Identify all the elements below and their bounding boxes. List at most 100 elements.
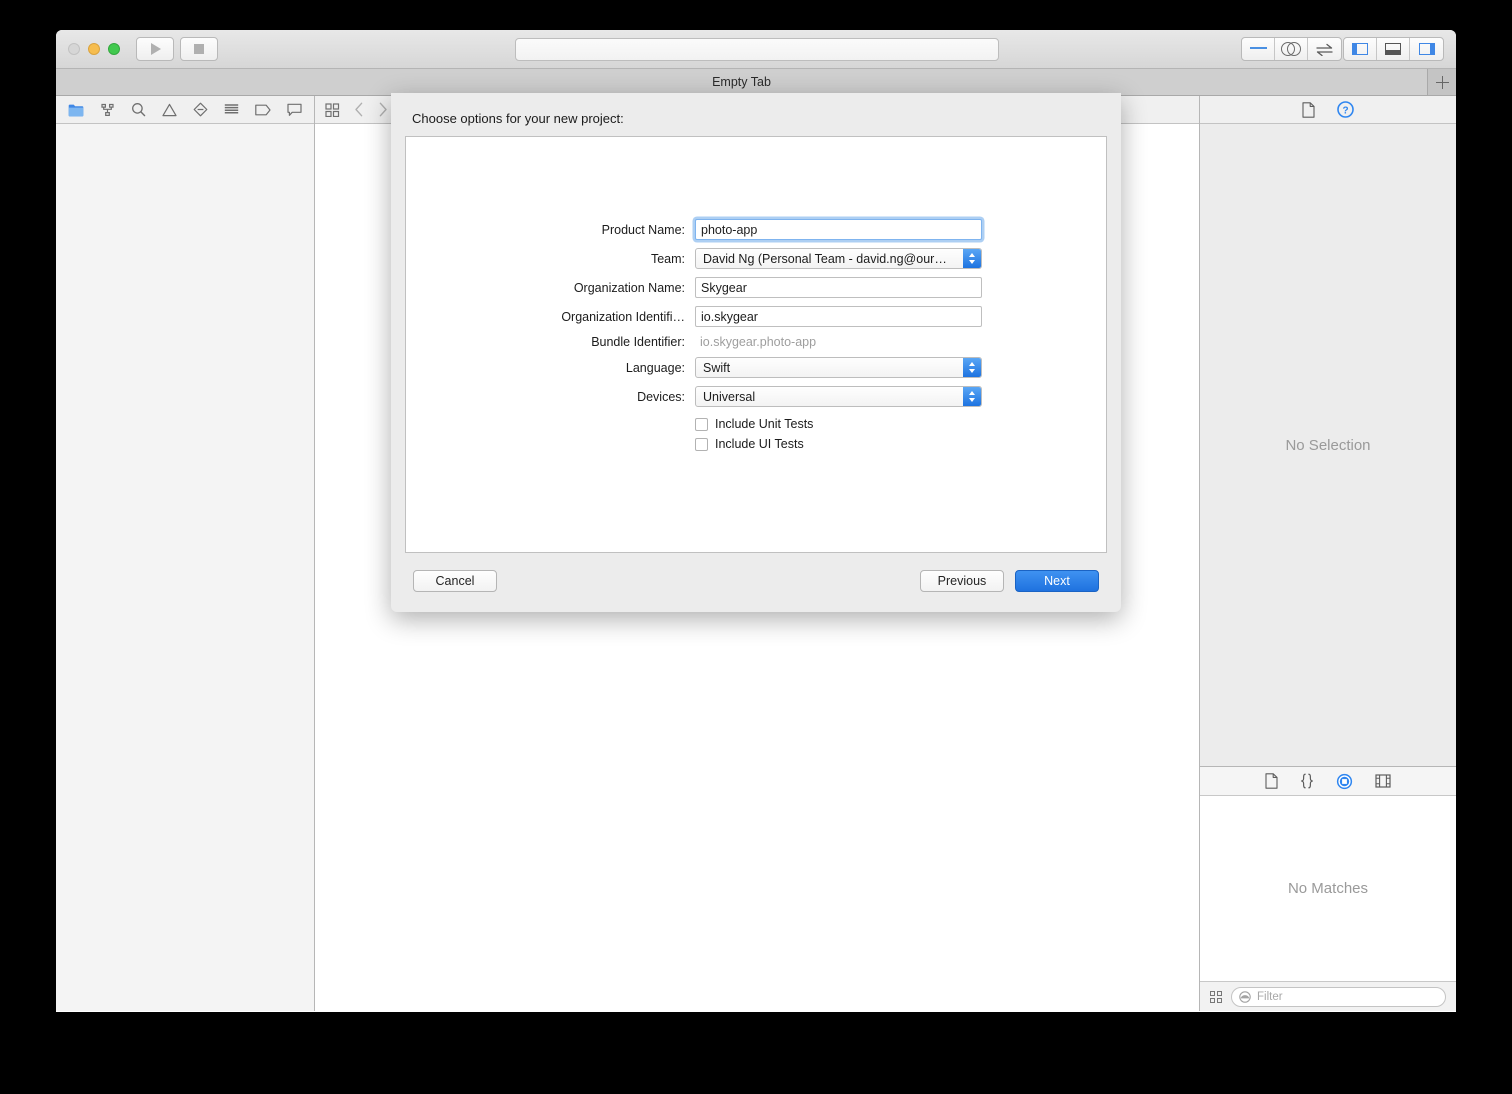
product-name-label: Product Name: bbox=[601, 222, 685, 237]
field-row-product-name: Product Name: photo-app bbox=[406, 219, 1106, 240]
library-view-grid-icon[interactable] bbox=[1210, 990, 1222, 1003]
tab-label: Empty Tab bbox=[712, 75, 771, 89]
play-icon bbox=[151, 43, 161, 55]
navigator-panel-icon bbox=[1352, 43, 1368, 55]
chevron-updown-icon bbox=[963, 249, 981, 268]
navigator-tab-bar bbox=[56, 96, 314, 124]
zoom-window-button[interactable] bbox=[108, 43, 120, 55]
close-window-button[interactable] bbox=[68, 43, 80, 55]
window-toolbar bbox=[56, 30, 1456, 69]
field-row-team: Team: David Ng (Personal Team - david.ng… bbox=[406, 248, 1106, 269]
organization-identifier-input[interactable]: io.skygear bbox=[695, 306, 982, 327]
inspector-content: No Selection bbox=[1200, 124, 1456, 767]
assistant-editor-icon bbox=[1281, 42, 1301, 56]
language-value: Swift bbox=[703, 360, 731, 375]
library-content: No Matches bbox=[1200, 796, 1456, 981]
inspector-empty-message: No Selection bbox=[1285, 436, 1371, 454]
project-options-form: Product Name: photo-app Team: David Ng (… bbox=[406, 219, 1106, 457]
stop-icon bbox=[194, 44, 204, 54]
library-filter-input[interactable]: Filter bbox=[1231, 986, 1446, 1007]
chevron-updown-icon bbox=[963, 358, 981, 377]
devices-value: Universal bbox=[703, 389, 756, 404]
debug-panel-icon bbox=[1385, 43, 1401, 55]
sidebar-item-source-control-navigator[interactable] bbox=[100, 103, 115, 117]
standard-editor-button[interactable] bbox=[1242, 38, 1275, 60]
utilities-panel-icon bbox=[1418, 43, 1435, 55]
include-ui-tests-checkbox[interactable] bbox=[695, 437, 708, 451]
inspector-tab-bar: ? bbox=[1200, 96, 1456, 124]
chevron-updown-icon bbox=[963, 387, 981, 406]
code-snippet-library-icon[interactable] bbox=[1300, 773, 1314, 789]
include-unit-tests-label: Include Unit Tests bbox=[715, 417, 814, 431]
standard-editor-icon bbox=[1249, 47, 1267, 51]
sidebar-item-report-navigator[interactable] bbox=[287, 103, 302, 117]
file-template-library-icon[interactable] bbox=[1265, 773, 1278, 789]
filter-icon bbox=[1239, 990, 1251, 1003]
team-select[interactable]: David Ng (Personal Team - david.ng@our… bbox=[695, 248, 982, 269]
related-items-icon[interactable] bbox=[325, 102, 340, 117]
quick-help-inspector-icon[interactable]: ? bbox=[1337, 101, 1354, 118]
run-button[interactable] bbox=[136, 37, 174, 61]
editor-mode-group bbox=[1241, 37, 1342, 61]
product-name-value: photo-app bbox=[701, 222, 758, 237]
new-project-options-sheet: Choose options for your new project: Pro… bbox=[391, 93, 1121, 612]
tab-bar: Empty Tab bbox=[56, 69, 1456, 96]
utilities-panel: ? No Selection No Matches Filter bbox=[1199, 96, 1456, 1011]
assistant-editor-button[interactable] bbox=[1275, 38, 1308, 60]
file-inspector-icon[interactable] bbox=[1302, 101, 1315, 118]
go-forward-icon[interactable] bbox=[378, 102, 388, 117]
sidebar-item-breakpoint-navigator[interactable] bbox=[255, 104, 271, 116]
library-empty-message: No Matches bbox=[1287, 880, 1369, 897]
organization-name-input[interactable]: Skygear bbox=[695, 277, 982, 298]
organization-name-value: Skygear bbox=[701, 280, 747, 295]
sidebar-item-debug-navigator[interactable] bbox=[224, 103, 239, 116]
language-label: Language: bbox=[625, 360, 685, 375]
cancel-button[interactable]: Cancel bbox=[413, 570, 497, 592]
toggle-utilities-button[interactable] bbox=[1410, 38, 1443, 60]
tab-empty-tab[interactable]: Empty Tab bbox=[56, 69, 1428, 95]
sheet-title: Choose options for your new project: bbox=[412, 111, 624, 126]
activity-viewer[interactable] bbox=[515, 38, 999, 61]
field-row-devices: Devices: Universal bbox=[406, 386, 1106, 407]
sidebar-item-issue-navigator[interactable] bbox=[162, 103, 177, 117]
team-value: David Ng (Personal Team - david.ng@our… bbox=[703, 251, 947, 266]
sheet-form-panel: Product Name: photo-app Team: David Ng (… bbox=[405, 136, 1107, 553]
object-library-icon[interactable] bbox=[1336, 773, 1353, 790]
toggle-debug-area-button[interactable] bbox=[1377, 38, 1410, 60]
navigator-panel bbox=[56, 96, 315, 1011]
product-name-input[interactable]: photo-app bbox=[695, 219, 982, 240]
checkbox-row-unit-tests: Include Unit Tests bbox=[406, 417, 1106, 431]
version-editor-icon bbox=[1315, 43, 1334, 56]
bundle-identifier-value: io.skygear.photo-app bbox=[700, 335, 817, 349]
field-row-language: Language: Swift bbox=[406, 357, 1106, 378]
devices-label: Devices: bbox=[637, 389, 685, 404]
include-ui-tests-label: Include UI Tests bbox=[715, 437, 804, 451]
library-filter-bar: Filter bbox=[1200, 981, 1456, 1011]
toggle-navigator-button[interactable] bbox=[1344, 38, 1377, 60]
stop-button[interactable] bbox=[180, 37, 218, 61]
next-button[interactable]: Next bbox=[1015, 570, 1099, 592]
media-library-icon[interactable] bbox=[1375, 774, 1391, 788]
panel-toggle-group bbox=[1343, 37, 1444, 61]
include-unit-tests-checkbox[interactable] bbox=[695, 417, 708, 431]
svg-text:?: ? bbox=[1342, 105, 1348, 116]
library-tab-bar bbox=[1200, 767, 1456, 796]
sidebar-item-project-navigator[interactable] bbox=[68, 103, 84, 117]
go-back-icon[interactable] bbox=[354, 102, 364, 117]
field-row-organization-identifier: Organization Identifi… io.skygear bbox=[406, 306, 1106, 327]
previous-button[interactable]: Previous bbox=[920, 570, 1004, 592]
version-editor-button[interactable] bbox=[1308, 38, 1341, 60]
minimize-window-button[interactable] bbox=[88, 43, 100, 55]
field-row-bundle-identifier: Bundle Identifier: io.skygear.photo-app bbox=[406, 335, 1106, 349]
language-select[interactable]: Swift bbox=[695, 357, 982, 378]
sidebar-item-find-navigator[interactable] bbox=[131, 102, 146, 117]
navigator-content bbox=[56, 124, 314, 1012]
add-tab-button[interactable] bbox=[1428, 69, 1456, 95]
organization-identifier-value: io.skygear bbox=[701, 309, 758, 324]
devices-select[interactable]: Universal bbox=[695, 386, 982, 407]
sheet-button-bar: Cancel Previous Next bbox=[405, 553, 1107, 609]
organization-name-label: Organization Name: bbox=[573, 280, 685, 295]
sidebar-item-test-navigator[interactable] bbox=[193, 102, 208, 117]
plus-icon bbox=[1435, 75, 1449, 89]
checkbox-row-ui-tests: Include UI Tests bbox=[406, 437, 1106, 451]
